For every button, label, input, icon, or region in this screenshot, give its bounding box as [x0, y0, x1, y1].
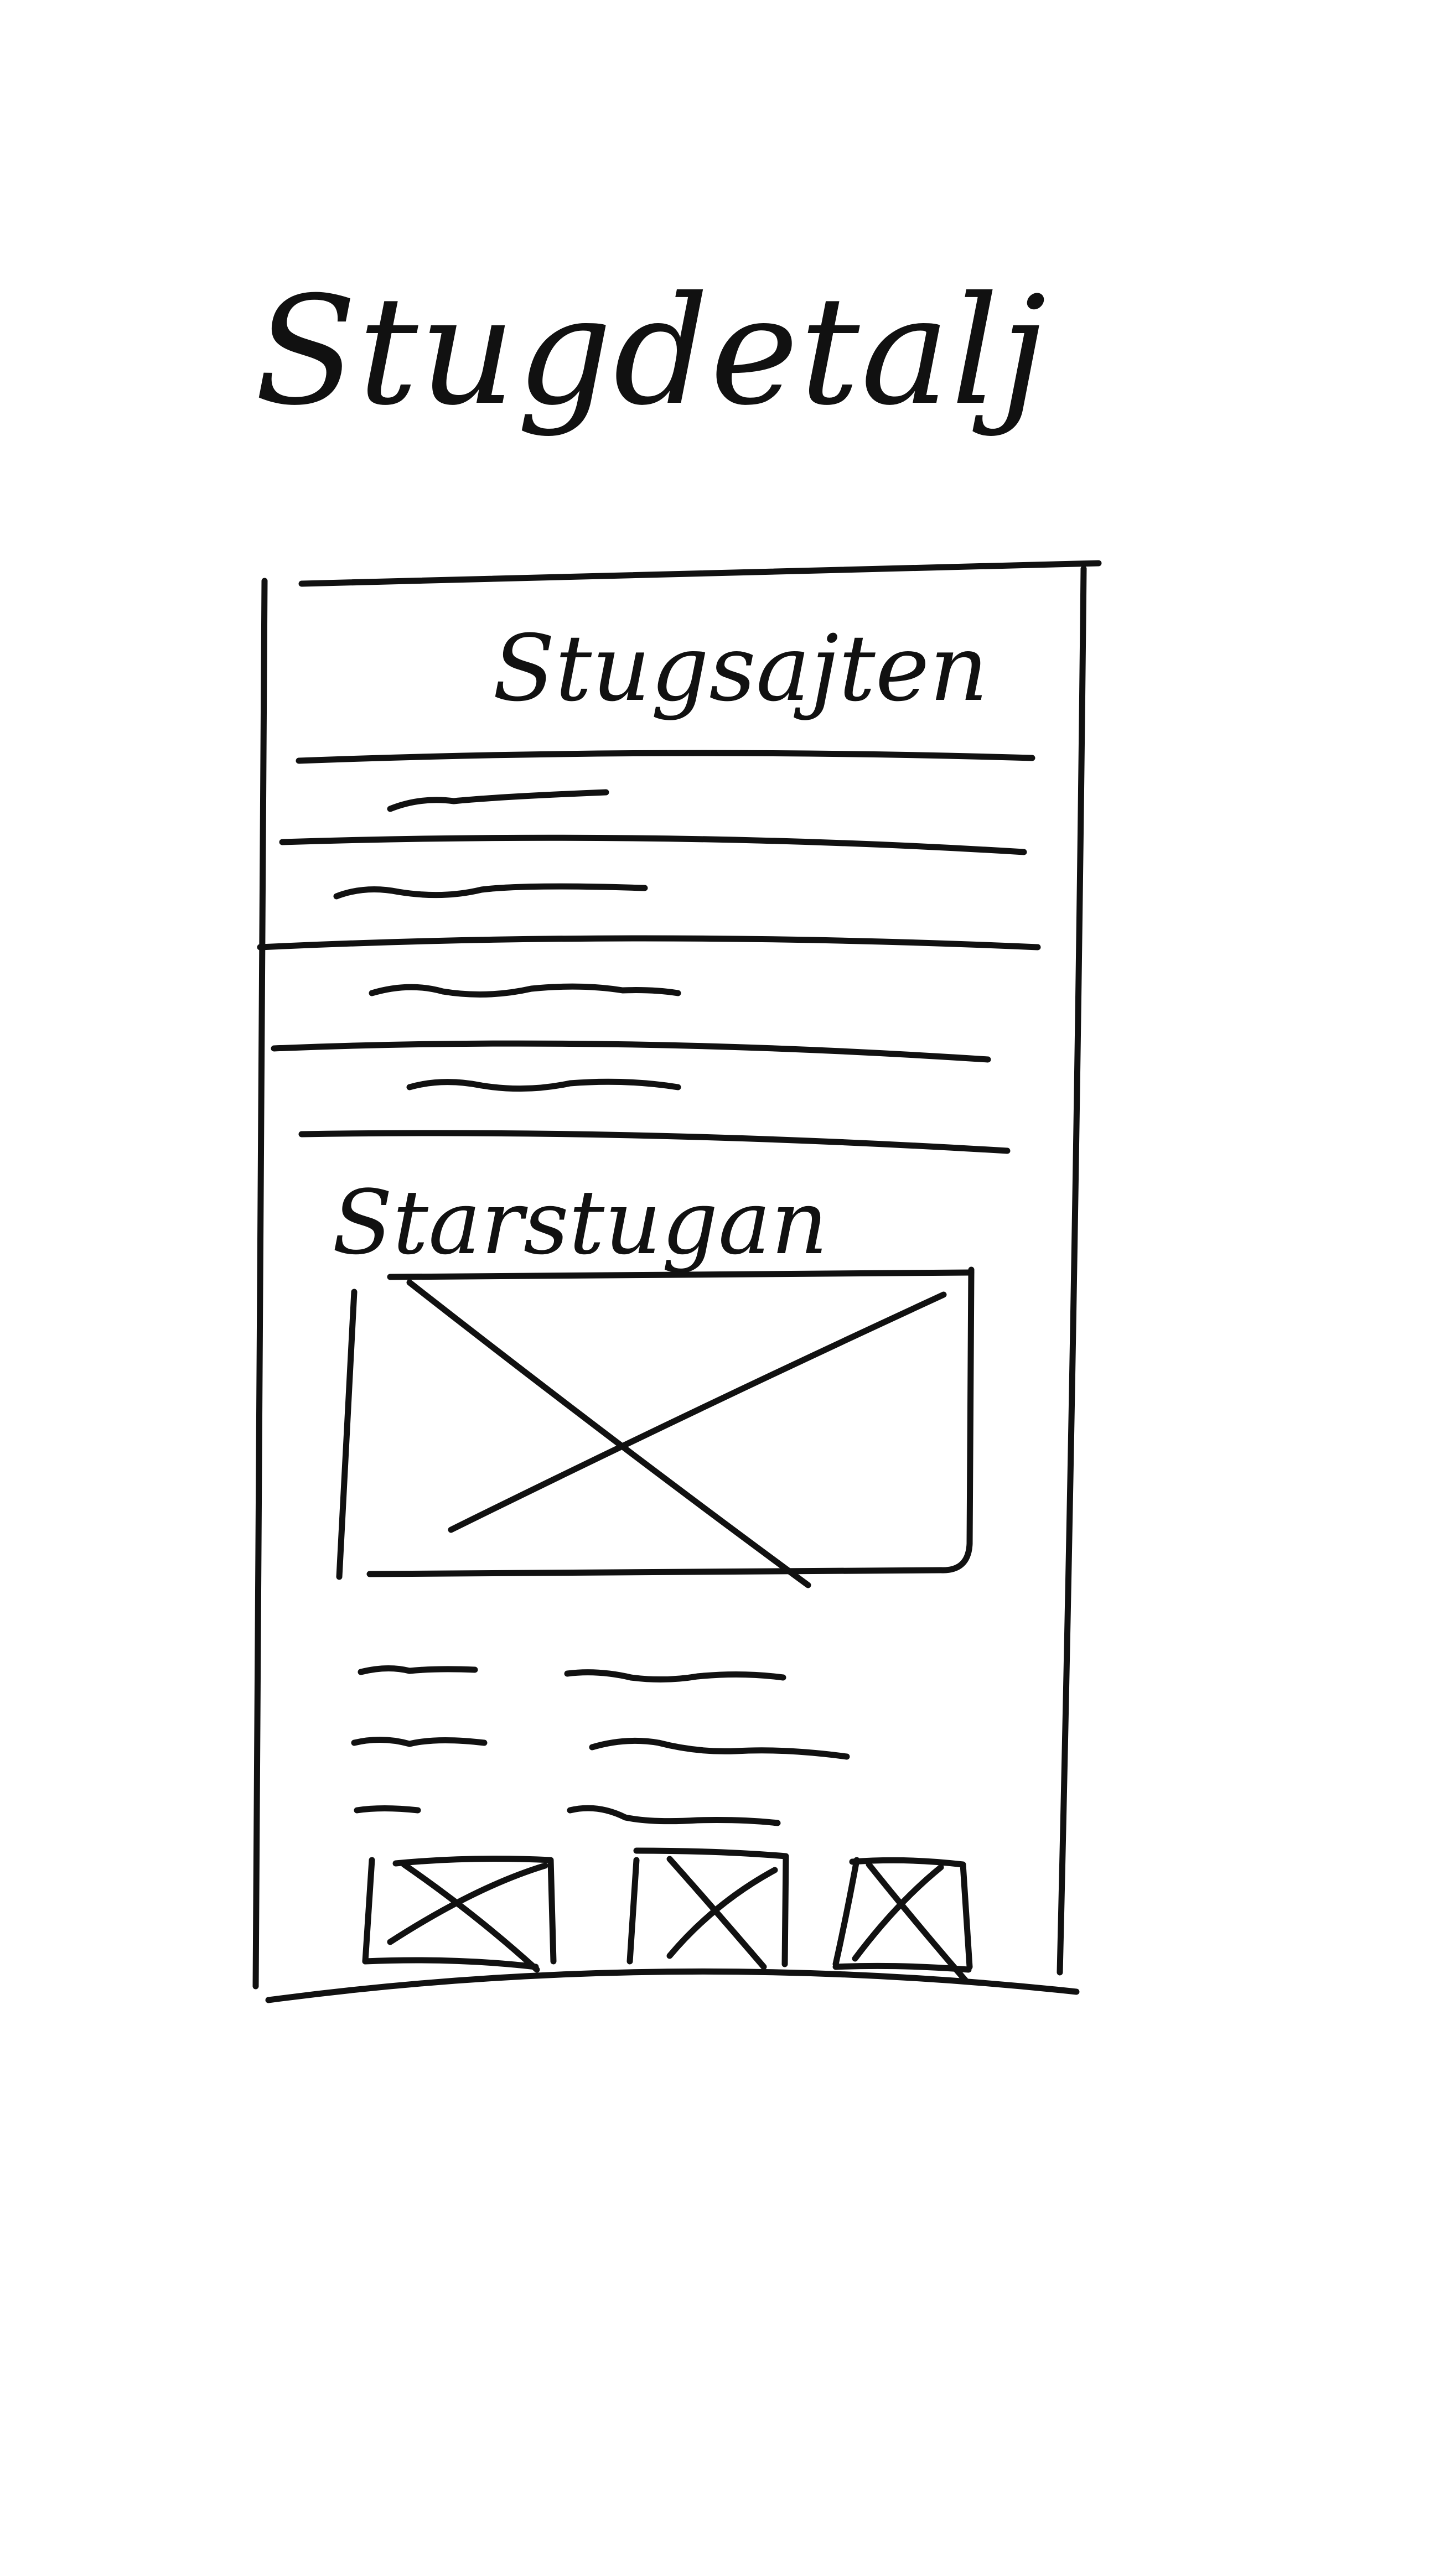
nav-item-1[interactable]: [387, 789, 609, 812]
image-placeholder-icon: [832, 1857, 973, 1984]
image-placeholder-icon: [336, 1266, 975, 1588]
detail-value-1: [564, 1669, 786, 1683]
cabin-image: [336, 1266, 975, 1588]
image-placeholder-icon: [362, 1856, 557, 1973]
mobile-wireframe: Stugsajten Starstugan: [252, 560, 1102, 2003]
nav-item-2[interactable]: [333, 883, 648, 900]
detail-value-2: [589, 1737, 850, 1760]
detail-label-3: [354, 1805, 421, 1814]
site-name: Stugsajten: [493, 615, 988, 721]
nav-item-4[interactable]: [406, 1078, 681, 1092]
nav-item-3[interactable]: [369, 983, 681, 998]
image-placeholder-icon: [626, 1847, 789, 1970]
cabin-details: [351, 1665, 850, 1826]
nav-menu: [257, 789, 1041, 1154]
thumbnail-3[interactable]: [832, 1857, 973, 1984]
thumbnail-1[interactable]: [362, 1856, 557, 1973]
cabin-name: Starstugan: [332, 1171, 828, 1274]
site-header: Stugsajten: [296, 615, 1035, 764]
thumbnail-2[interactable]: [626, 1847, 789, 1970]
detail-value-3: [567, 1805, 781, 1826]
thumbnail-gallery: [362, 1847, 973, 1984]
detail-label-1: [358, 1665, 478, 1675]
detail-label-2: [351, 1736, 488, 1747]
